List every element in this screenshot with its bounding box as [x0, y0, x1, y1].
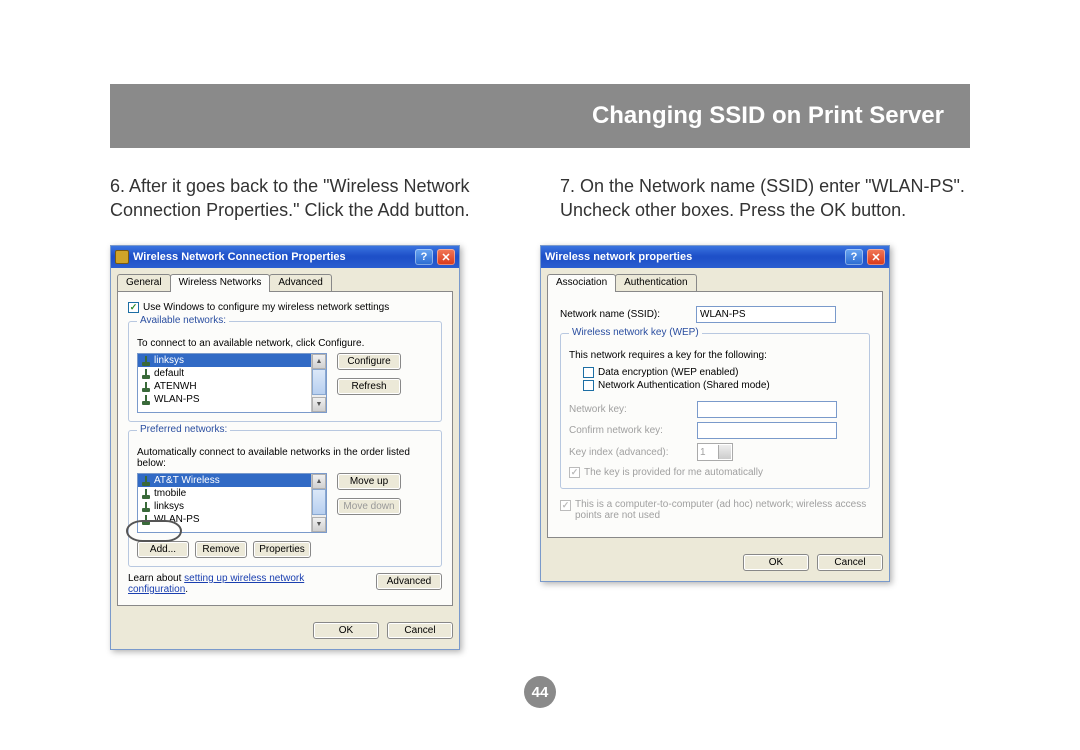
tab-row: Association Authentication [541, 268, 889, 291]
title-bar[interactable]: Wireless Network Connection Properties ?… [111, 246, 459, 268]
list-item: linksys [138, 354, 311, 367]
available-hint: To connect to an available network, clic… [137, 338, 433, 349]
adhoc-row: ✓ This is a computer-to-computer (ad hoc… [560, 499, 870, 521]
adhoc-label: This is a computer-to-computer (ad hoc) … [575, 499, 870, 521]
auto-key-label: The key is provided for me automatically [584, 467, 763, 478]
tab-row: General Wireless Networks Advanced [111, 268, 459, 291]
wifi-icon [115, 250, 129, 264]
instruction-row: 6. After it goes back to the "Wireless N… [110, 174, 980, 223]
help-button[interactable]: ? [845, 249, 863, 265]
list-item: default [138, 367, 311, 380]
cancel-button[interactable]: Cancel [387, 622, 453, 639]
list-item: linksys [138, 500, 311, 513]
checkbox-icon[interactable]: ✓ [128, 302, 139, 313]
data-encryption-checkbox-row[interactable]: Data encryption (WEP enabled) [583, 367, 861, 378]
close-button[interactable]: ✕ [867, 249, 885, 265]
ok-button[interactable]: OK [743, 554, 809, 571]
list-item: WLAN-PS [138, 513, 311, 526]
tab-advanced[interactable]: Advanced [269, 274, 331, 291]
list-item: AT&T Wireless [138, 474, 311, 487]
tab-general[interactable]: General [117, 274, 171, 291]
antenna-icon [142, 369, 150, 379]
key-index-spinner: 1 [697, 443, 733, 461]
available-networks-group: Available networks: To connect to an ava… [128, 321, 442, 422]
refresh-button[interactable]: Refresh [337, 378, 401, 395]
auto-key-row: ✓ The key is provided for me automatical… [569, 467, 861, 478]
page-title: Changing SSID on Print Server [592, 102, 944, 130]
list-item: ATENWH [138, 380, 311, 393]
checkbox-icon[interactable] [583, 380, 594, 391]
antenna-icon [142, 382, 150, 392]
help-button[interactable]: ? [415, 249, 433, 265]
wep-key-group: Wireless network key (WEP) This network … [560, 333, 870, 489]
cancel-button[interactable]: Cancel [817, 554, 883, 571]
network-key-input [697, 401, 837, 418]
antenna-icon [142, 502, 150, 512]
available-listbox[interactable]: linksys default ATENWH WLAN-PS ▲▼ [137, 353, 327, 413]
use-windows-label: Use Windows to configure my wireless net… [143, 302, 389, 313]
add-button[interactable]: Add... [137, 541, 189, 558]
page-number-badge: 44 [524, 676, 556, 708]
advanced-button[interactable]: Advanced [376, 573, 442, 590]
configure-button[interactable]: Configure [337, 353, 401, 370]
preferred-listbox[interactable]: AT&T Wireless tmobile linksys WLAN-PS ▲▼ [137, 473, 327, 533]
scrollbar[interactable]: ▲▼ [311, 354, 326, 412]
confirm-key-label: Confirm network key: [569, 425, 687, 436]
wep-hint: This network requires a key for the foll… [569, 350, 861, 361]
ssid-row: Network name (SSID): [560, 306, 870, 323]
group-legend: Preferred networks: [137, 424, 230, 435]
ok-button[interactable]: OK [313, 622, 379, 639]
checkbox-icon[interactable] [583, 367, 594, 378]
list-item: tmobile [138, 487, 311, 500]
preferred-hint: Automatically connect to available netwo… [137, 447, 433, 469]
key-index-row: Key index (advanced): 1 [569, 443, 861, 461]
confirm-key-input [697, 422, 837, 439]
move-up-button[interactable]: Move up [337, 473, 401, 490]
step-7-text: 7. On the Network name (SSID) enter "WLA… [560, 174, 980, 223]
page-header: Changing SSID on Print Server [110, 84, 970, 148]
network-key-label: Network key: [569, 404, 687, 415]
use-windows-checkbox-row[interactable]: ✓ Use Windows to configure my wireless n… [128, 302, 442, 313]
move-down-button[interactable]: Move down [337, 498, 401, 515]
antenna-icon [142, 515, 150, 525]
title-bar[interactable]: Wireless network properties ? ✕ [541, 246, 889, 268]
group-legend: Wireless network key (WEP) [569, 327, 702, 338]
wireless-network-properties-dialog: Wireless network properties ? ✕ Associat… [540, 245, 890, 582]
network-auth-checkbox-row[interactable]: Network Authentication (Shared mode) [583, 380, 861, 391]
confirm-key-row: Confirm network key: [569, 422, 861, 439]
dialog-title: Wireless network properties [545, 251, 692, 263]
tab-wireless-networks[interactable]: Wireless Networks [170, 274, 271, 292]
tab-association[interactable]: Association [547, 274, 616, 292]
step-6-text: 6. After it goes back to the "Wireless N… [110, 174, 530, 223]
ssid-input[interactable] [696, 306, 836, 323]
remove-button[interactable]: Remove [195, 541, 247, 558]
tab-authentication[interactable]: Authentication [615, 274, 696, 291]
checkbox-icon: ✓ [560, 500, 571, 511]
properties-button[interactable]: Properties [253, 541, 311, 558]
antenna-icon [142, 395, 150, 405]
group-legend: Available networks: [137, 315, 229, 326]
antenna-icon [142, 356, 150, 366]
antenna-icon [142, 489, 150, 499]
learn-about-text: Learn about setting up wireless network … [128, 573, 366, 595]
close-button[interactable]: ✕ [437, 249, 455, 265]
network-auth-label: Network Authentication (Shared mode) [598, 380, 770, 391]
scrollbar[interactable]: ▲▼ [311, 474, 326, 532]
list-item: WLAN-PS [138, 393, 311, 406]
preferred-networks-group: Preferred networks: Automatically connec… [128, 430, 442, 567]
data-encryption-label: Data encryption (WEP enabled) [598, 367, 738, 378]
checkbox-icon: ✓ [569, 467, 580, 478]
key-index-label: Key index (advanced): [569, 447, 687, 458]
ssid-label: Network name (SSID): [560, 309, 686, 320]
dialog-title: Wireless Network Connection Properties [133, 251, 346, 263]
wireless-connection-properties-dialog: Wireless Network Connection Properties ?… [110, 245, 460, 650]
network-key-row: Network key: [569, 401, 861, 418]
antenna-icon [142, 476, 150, 486]
